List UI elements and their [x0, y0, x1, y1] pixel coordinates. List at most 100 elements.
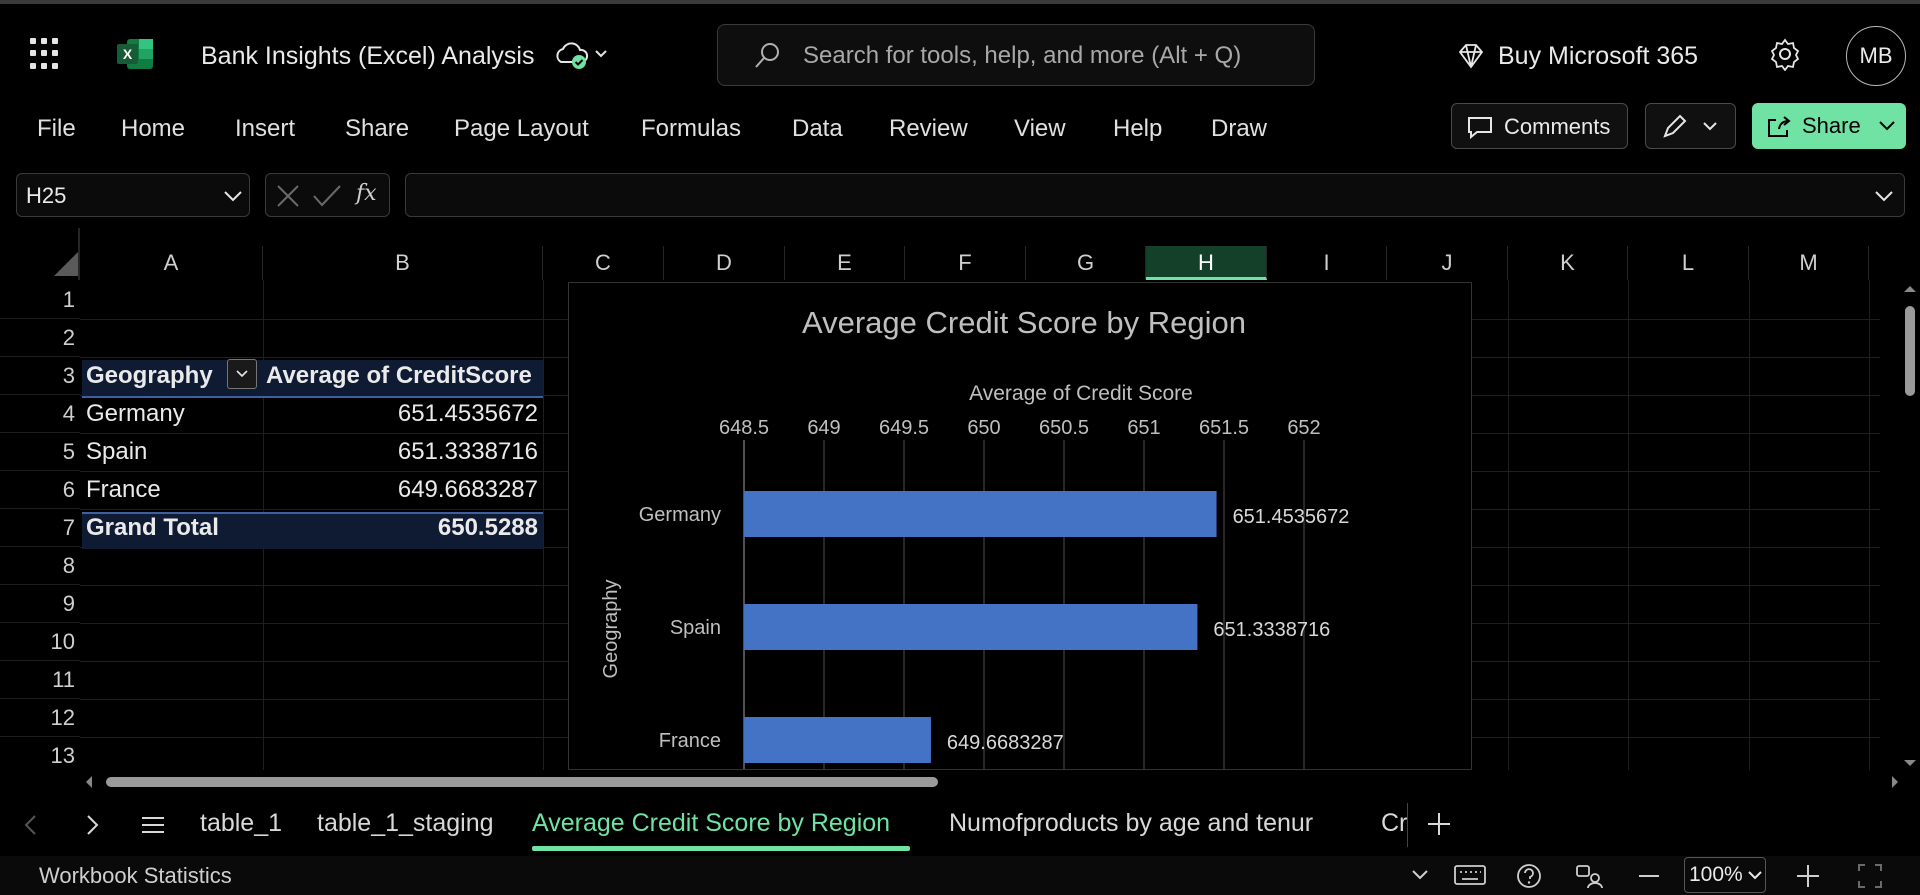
row-header-11[interactable]: 11: [0, 661, 80, 699]
chart-bar[interactable]: [744, 717, 931, 763]
scroll-tabs-left-icon[interactable]: [22, 813, 40, 837]
col-header-a[interactable]: A: [80, 246, 263, 280]
row-header-5[interactable]: 5: [0, 433, 80, 471]
pivot-header-average[interactable]: Average of CreditScore: [266, 357, 532, 395]
expand-formula-icon[interactable]: [1874, 189, 1894, 203]
formula-input[interactable]: [405, 173, 1905, 217]
add-sheet-icon[interactable]: [1426, 811, 1452, 837]
workbook-statistics-button[interactable]: Workbook Statistics: [39, 863, 232, 889]
keyboard-icon[interactable]: [1454, 864, 1486, 886]
excel-logo-icon[interactable]: X: [117, 37, 155, 71]
select-all-corner[interactable]: [52, 250, 80, 278]
row-header-8[interactable]: 8: [0, 547, 80, 585]
sheet-tab-table-1[interactable]: table_1: [200, 809, 282, 838]
tab-view[interactable]: View: [1014, 115, 1066, 143]
col-header-f[interactable]: F: [905, 246, 1026, 280]
row-header-10[interactable]: 10: [0, 623, 80, 661]
col-header-e[interactable]: E: [785, 246, 905, 280]
row-header-13[interactable]: 13: [0, 737, 80, 770]
pivot-header-geography[interactable]: Geography: [86, 357, 213, 395]
cancel-icon[interactable]: [275, 183, 301, 209]
zoom-level-dropdown[interactable]: 100%: [1684, 857, 1766, 893]
zoom-level-value: 100%: [1689, 863, 1743, 886]
chevron-down-icon[interactable]: [223, 189, 243, 203]
tab-help[interactable]: Help: [1113, 115, 1162, 143]
pivot-row-value[interactable]: 651.3338716: [266, 433, 538, 471]
row-header-4[interactable]: 4: [0, 395, 80, 433]
row-header-3[interactable]: 3: [0, 357, 80, 395]
pivot-row-label[interactable]: Spain: [86, 433, 147, 471]
col-header-h[interactable]: H: [1146, 246, 1267, 280]
sheet-tab-truncated[interactable]: Cr: [1381, 809, 1407, 838]
col-header-k[interactable]: K: [1508, 246, 1628, 280]
row-header-7[interactable]: 7: [0, 509, 80, 547]
title-bar: X Bank Insights (Excel) Analysis Search …: [0, 0, 1920, 98]
user-avatar[interactable]: MB: [1846, 26, 1906, 86]
status-bar: Workbook Statistics 100%: [0, 856, 1920, 895]
zoom-out-icon[interactable]: [1638, 874, 1660, 878]
tab-insert[interactable]: Insert: [235, 115, 295, 143]
tab-draw[interactable]: Draw: [1211, 115, 1267, 143]
pivot-row-value[interactable]: 651.4535672: [266, 395, 538, 433]
tab-share[interactable]: Share: [345, 115, 409, 143]
pivot-row-value[interactable]: 649.6683287: [266, 471, 538, 509]
vertical-scrollbar[interactable]: [1900, 282, 1920, 770]
app-launcher-icon[interactable]: [30, 38, 62, 70]
tab-formulas[interactable]: Formulas: [641, 115, 741, 143]
col-header-j[interactable]: J: [1387, 246, 1508, 280]
pivot-total-label[interactable]: Grand Total: [86, 509, 219, 547]
col-header-i[interactable]: I: [1267, 246, 1387, 280]
pivot-row-label[interactable]: Germany: [86, 395, 185, 433]
col-header-m[interactable]: M: [1749, 246, 1869, 280]
col-header-l[interactable]: L: [1628, 246, 1749, 280]
cloud-saved-icon[interactable]: [553, 40, 611, 70]
help-icon[interactable]: [1516, 863, 1542, 889]
pivot-total-value[interactable]: 650.5288: [266, 509, 538, 547]
col-header-d[interactable]: D: [664, 246, 785, 280]
fullscreen-icon[interactable]: [1858, 864, 1882, 888]
tab-data[interactable]: Data: [792, 115, 843, 143]
col-header-g[interactable]: G: [1026, 246, 1146, 280]
tab-page-layout[interactable]: Page Layout: [454, 115, 589, 143]
editing-mode-button[interactable]: [1645, 103, 1736, 149]
chart-bar[interactable]: [744, 604, 1198, 650]
tab-home[interactable]: Home: [121, 115, 185, 143]
search-box[interactable]: Search for tools, help, and more (Alt + …: [717, 24, 1315, 86]
tab-review[interactable]: Review: [889, 115, 968, 143]
share-button[interactable]: Share: [1752, 103, 1906, 149]
horizontal-scrollbar[interactable]: [82, 772, 1902, 792]
enter-checkmark-icon[interactable]: [312, 183, 342, 209]
row-header-2[interactable]: 2: [0, 319, 80, 357]
chart-x-axis-title[interactable]: Average of Credit Score: [969, 382, 1193, 405]
col-header-c[interactable]: C: [543, 246, 664, 280]
bar-chart[interactable]: Average Credit Score by Region Average o…: [568, 282, 1472, 770]
row-header-9[interactable]: 9: [0, 585, 80, 623]
row-header-1[interactable]: 1: [0, 281, 80, 319]
row-header-6[interactable]: 6: [0, 471, 80, 509]
row-header-12[interactable]: 12: [0, 699, 80, 737]
insert-function-icon[interactable]: fx: [356, 181, 377, 206]
chevron-down-icon[interactable]: [1410, 868, 1430, 882]
diamond-icon: [1458, 44, 1484, 69]
document-title[interactable]: Bank Insights (Excel) Analysis: [201, 42, 534, 71]
sheet-tab-average-credit-score[interactable]: Average Credit Score by Region: [532, 809, 890, 838]
zoom-in-icon[interactable]: [1796, 864, 1820, 888]
pivot-row-label[interactable]: France: [86, 471, 161, 509]
chart-y-axis-title[interactable]: Geography: [600, 580, 622, 679]
comments-button[interactable]: Comments: [1451, 103, 1628, 149]
chart-title[interactable]: Average Credit Score by Region: [802, 305, 1246, 340]
all-sheets-menu-icon[interactable]: [140, 813, 166, 837]
chart-x-tick-label: 648.5: [719, 417, 769, 439]
name-box[interactable]: H25: [16, 173, 250, 217]
filter-dropdown-button[interactable]: [227, 359, 257, 389]
chart-bar[interactable]: [744, 491, 1217, 537]
scroll-tabs-right-icon[interactable]: [83, 813, 101, 837]
sheet-tab-numofproducts[interactable]: Numofproducts by age and tenur: [949, 809, 1313, 838]
tab-file[interactable]: File: [37, 115, 76, 143]
feedback-icon[interactable]: [1574, 863, 1604, 889]
settings-gear-icon[interactable]: [1768, 37, 1802, 71]
active-tab-indicator: [532, 846, 910, 851]
buy-microsoft-365-button[interactable]: Buy Microsoft 365: [1456, 42, 1698, 71]
col-header-b[interactable]: B: [263, 246, 543, 280]
sheet-tab-table-1-staging[interactable]: table_1_staging: [317, 809, 494, 838]
